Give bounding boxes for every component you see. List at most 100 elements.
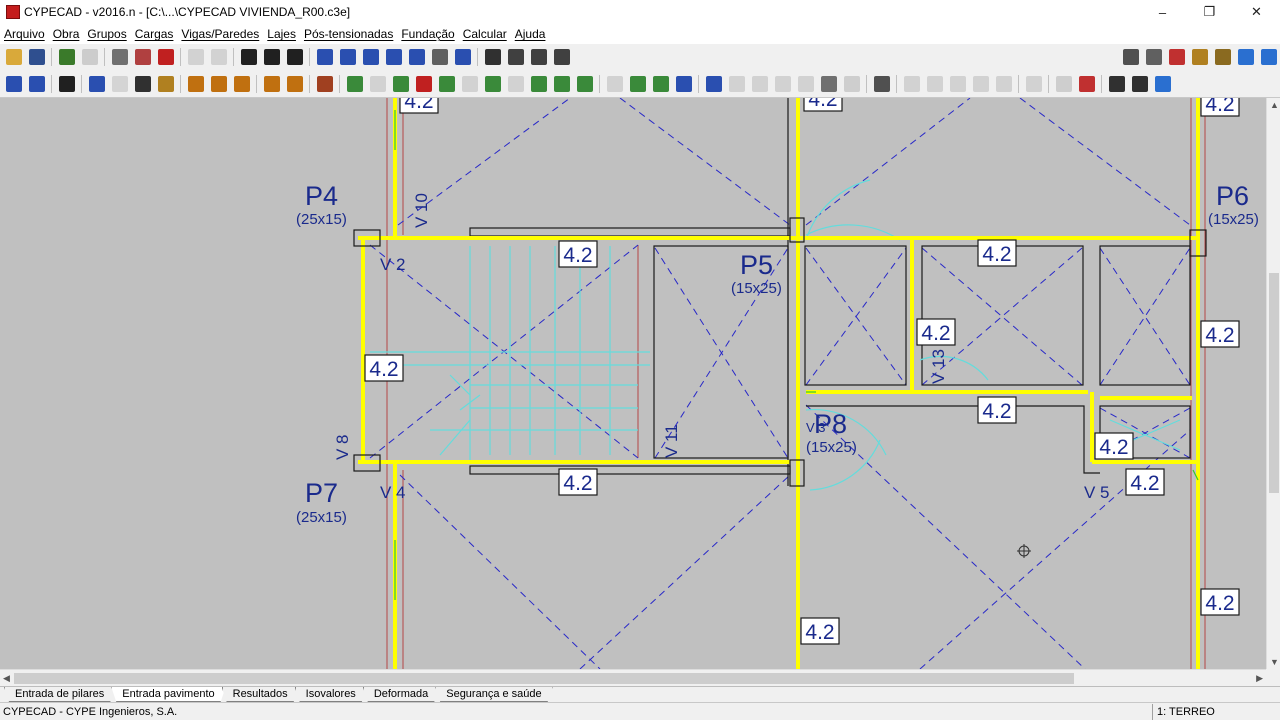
drawing-canvas[interactable]: P4 (25x15) P5 (15x25) P6 (15x25) P7 (25x…	[0, 98, 1266, 669]
vertical-scroll-thumb[interactable]	[1269, 273, 1279, 493]
tab-deformada[interactable]: Deformada	[363, 687, 439, 702]
menu-grupos[interactable]: Grupos	[83, 27, 130, 41]
load-view-button[interactable]	[817, 73, 840, 95]
reinforce-button[interactable]	[870, 73, 893, 95]
tab-seguranca-e-saude[interactable]: Segurança e saúde	[435, 687, 552, 702]
res-gray2-button[interactable]	[923, 73, 946, 95]
slab-join-button[interactable]	[527, 73, 550, 95]
tab-resultados[interactable]: Resultados	[222, 687, 299, 702]
beam-info-button[interactable]	[283, 73, 306, 95]
wall-button[interactable]	[313, 73, 336, 95]
slab-copy-button[interactable]	[481, 73, 504, 95]
slab-gray2-button[interactable]	[458, 73, 481, 95]
maximize-button[interactable]: ❐	[1186, 0, 1233, 24]
zoom-all-button[interactable]	[336, 46, 359, 68]
minimize-button[interactable]: –	[1139, 0, 1186, 24]
menu-calcular[interactable]: Calcular	[459, 27, 511, 41]
menu-ajuda[interactable]: Ajuda	[511, 27, 550, 41]
scroll-right-icon[interactable]: ▶	[1256, 673, 1263, 684]
export-button[interactable]	[1165, 46, 1188, 68]
web-button[interactable]	[1257, 46, 1280, 68]
scroll-down-icon[interactable]: ▼	[1270, 657, 1279, 667]
level-up-button[interactable]	[237, 46, 260, 68]
slab-move-button[interactable]	[435, 73, 458, 95]
beam-1-button[interactable]	[184, 73, 207, 95]
slab-new-button[interactable]	[343, 73, 366, 95]
wall-grid-button[interactable]	[85, 73, 108, 95]
floors-button[interactable]	[2, 73, 25, 95]
tab-isovalores[interactable]: Isovalores	[295, 687, 367, 702]
slab-cut-button[interactable]	[573, 73, 596, 95]
measure-button[interactable]	[550, 46, 573, 68]
grid-button[interactable]	[131, 46, 154, 68]
close-button[interactable]: ✕	[1233, 0, 1280, 24]
tab-entrada-de-pilares[interactable]: Entrada de pilares	[4, 687, 115, 702]
text-view-button[interactable]	[481, 46, 504, 68]
load-gray3-button[interactable]	[771, 73, 794, 95]
menu-p-s-tensionadas[interactable]: Pós-tensionadas	[300, 27, 397, 41]
menu-arquivo[interactable]: Arquivo	[0, 27, 49, 41]
groups-button[interactable]	[25, 73, 48, 95]
pan-hand-button[interactable]	[428, 46, 451, 68]
res-gray1-button[interactable]	[900, 73, 923, 95]
dxf-button[interactable]	[108, 46, 131, 68]
ortho-button[interactable]	[527, 46, 550, 68]
beam-2-button[interactable]	[207, 73, 230, 95]
box-button[interactable]	[154, 73, 177, 95]
structure-3d-button[interactable]	[1188, 46, 1211, 68]
pick-button[interactable]	[1105, 73, 1128, 95]
res-gray6-button[interactable]	[1022, 73, 1045, 95]
views-button[interactable]	[1211, 46, 1234, 68]
zoom-in-button[interactable]	[359, 46, 382, 68]
table-red-button[interactable]	[1075, 73, 1098, 95]
pillar-gray-button[interactable]	[78, 46, 101, 68]
beam-3-button[interactable]	[230, 73, 253, 95]
loads-button[interactable]	[702, 73, 725, 95]
print-button[interactable]	[1119, 46, 1142, 68]
rib-delete-button[interactable]	[672, 73, 695, 95]
redo-button[interactable]	[207, 46, 230, 68]
save-button[interactable]	[25, 46, 48, 68]
undo-button[interactable]	[184, 46, 207, 68]
load-gray4-button[interactable]	[794, 73, 817, 95]
info-button[interactable]	[1151, 73, 1174, 95]
zoom-out-button[interactable]	[405, 46, 428, 68]
load-x-button[interactable]	[840, 73, 863, 95]
vertical-scrollbar[interactable]: ▲ ▼	[1266, 98, 1280, 669]
zoom-window-button[interactable]	[313, 46, 336, 68]
slab-edit-button[interactable]	[389, 73, 412, 95]
scroll-up-icon[interactable]: ▲	[1270, 100, 1279, 110]
print-setup-button[interactable]	[1142, 46, 1165, 68]
slab-align-button[interactable]	[550, 73, 573, 95]
pick-edit-button[interactable]	[1128, 73, 1151, 95]
menu-cargas[interactable]: Cargas	[131, 27, 178, 41]
slab-gray-button[interactable]	[366, 73, 389, 95]
rib-gray-button[interactable]	[603, 73, 626, 95]
eye-button[interactable]	[1052, 73, 1075, 95]
fire-drop-button[interactable]	[108, 73, 131, 95]
scroll-left-icon[interactable]: ◀	[3, 673, 10, 684]
help-button[interactable]	[1234, 46, 1257, 68]
edit-pillar-button[interactable]	[55, 46, 78, 68]
open-folder-button[interactable]	[2, 46, 25, 68]
tab-entrada-pavimento[interactable]: Entrada pavimento	[111, 687, 225, 702]
menu-lajes[interactable]: Lajes	[263, 27, 300, 41]
rib-edit-button[interactable]	[649, 73, 672, 95]
beam-edit-button[interactable]	[260, 73, 283, 95]
pillar-panel-button[interactable]	[131, 73, 154, 95]
magnet-button[interactable]	[154, 46, 177, 68]
res-gray3-button[interactable]	[946, 73, 969, 95]
horizontal-scrollbar[interactable]: ◀ ▶	[0, 669, 1266, 686]
menu-funda-o[interactable]: Fundação	[397, 27, 458, 41]
snap-button[interactable]	[504, 46, 527, 68]
regen-button[interactable]	[382, 46, 405, 68]
load-gray2-button[interactable]	[748, 73, 771, 95]
stairs-button[interactable]	[55, 73, 78, 95]
redraw-button[interactable]	[451, 46, 474, 68]
res-gray5-button[interactable]	[992, 73, 1015, 95]
slab-delete-button[interactable]	[412, 73, 435, 95]
slab-gray3-button[interactable]	[504, 73, 527, 95]
level-down-button[interactable]	[283, 46, 306, 68]
level-select-button[interactable]	[260, 46, 283, 68]
menu-obra[interactable]: Obra	[49, 27, 84, 41]
